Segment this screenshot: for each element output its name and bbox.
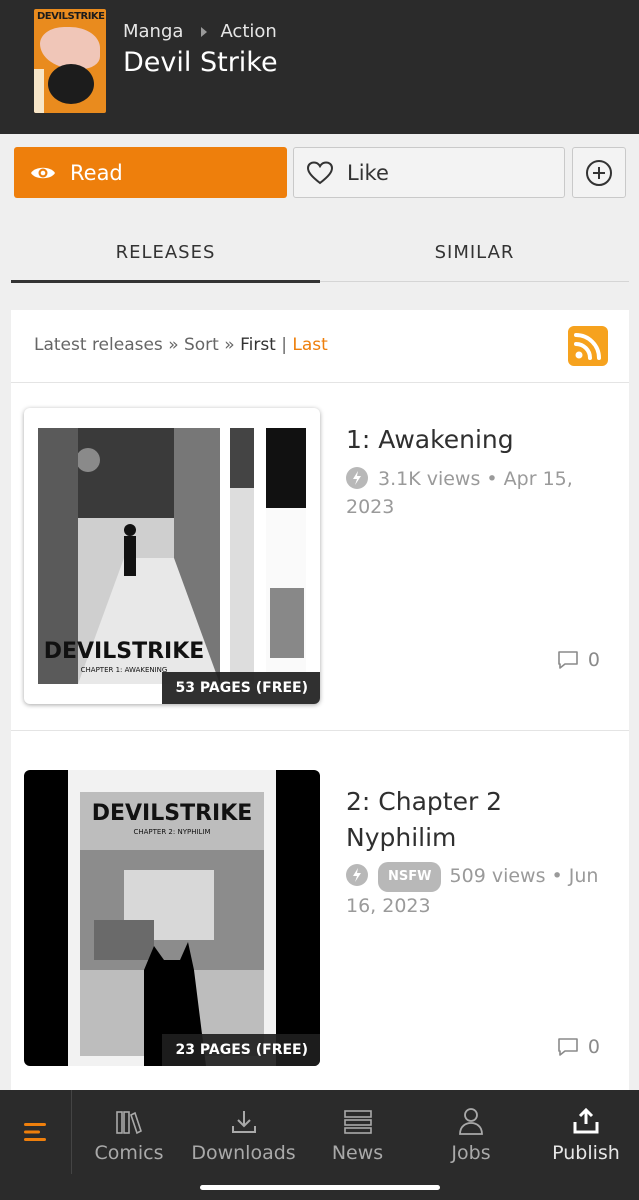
release-2-cover-subtitle: CHAPTER 2: NYPHILIM [133, 828, 210, 836]
sort-last-link[interactable]: Last [292, 335, 327, 355]
release-item-2[interactable]: DEVILSTRIKE CHAPTER 2: NYPHILIM 23 PAGES… [11, 732, 629, 1100]
upload-icon [573, 1107, 599, 1134]
bottom-navigation: Comics Downloads News Jobs Publish [0, 1090, 639, 1200]
read-button-label: Read [70, 160, 123, 185]
release-title[interactable]: 2: Chapter 2 Nyphilim [346, 784, 616, 856]
lightning-icon [346, 864, 368, 886]
lightning-icon [346, 467, 368, 489]
like-button[interactable]: Like [293, 147, 565, 198]
tab-bar: RELEASES SIMILAR [11, 224, 629, 283]
release-cover-2[interactable]: DEVILSTRIKE CHAPTER 2: NYPHILIM 23 PAGES… [24, 770, 320, 1066]
comments-count[interactable]: 0 [556, 1036, 600, 1058]
hamburger-menu-icon [23, 1123, 46, 1141]
release-title[interactable]: 1: Awakening [346, 422, 616, 458]
read-button[interactable]: Read [14, 147, 287, 198]
release-1-cover-subtitle: CHAPTER 1: AWAKENING [81, 666, 168, 674]
comments-count-value: 0 [587, 649, 600, 671]
nav-comics[interactable]: Comics [84, 1090, 174, 1174]
rss-icon [574, 333, 601, 360]
nsfw-badge: NSFW [378, 862, 442, 892]
breadcrumb-action[interactable]: Action [220, 21, 276, 42]
eye-icon [31, 167, 55, 178]
sort-separator: | [275, 335, 293, 355]
plus-circle-icon [586, 159, 612, 186]
page-title: Devil Strike [123, 47, 278, 78]
rss-feed-button[interactable] [568, 326, 608, 366]
release-cover-art-1: DEVILSTRIKE CHAPTER 1: AWAKENING [38, 428, 306, 684]
heart-icon [307, 160, 333, 184]
cover-art-stripe [34, 69, 44, 113]
nav-publish-label: Publish [552, 1142, 620, 1164]
releases-panel: Latest releases » Sort » First | Last DE… [11, 310, 629, 1100]
sort-prefix: Latest releases » Sort » [34, 335, 241, 355]
release-meta: 3.1K views • Apr 15, 2023 [346, 467, 573, 518]
release-cover-1[interactable]: DEVILSTRIKE CHAPTER 1: AWAKENING 53 PAGE… [24, 408, 320, 704]
nav-publish[interactable]: Publish [540, 1090, 632, 1174]
series-header: DEVILSTRIKE Manga Action Devil Strike [0, 0, 639, 134]
cover-art-shadow [48, 64, 94, 104]
nav-news[interactable]: News [315, 1090, 400, 1174]
comments-count[interactable]: 0 [556, 649, 600, 671]
menu-button[interactable] [0, 1090, 72, 1174]
release-meta: NSFW 509 views • Jun 16, 2023 [346, 862, 606, 920]
sort-bar: Latest releases » Sort » First | Last [11, 310, 629, 383]
release-2-cover-logo: DEVILSTRIKE [92, 801, 253, 826]
page-count-badge: 23 PAGES (FREE) [161, 1034, 320, 1066]
series-cover-thumbnail[interactable]: DEVILSTRIKE [34, 9, 106, 113]
comment-bubble-icon [558, 651, 578, 669]
tab-releases[interactable]: RELEASES [11, 224, 320, 283]
nav-jobs[interactable]: Jobs [430, 1090, 512, 1174]
release-views: 3.1K views [378, 468, 481, 490]
release-cover-art-2: DEVILSTRIKE CHAPTER 2: NYPHILIM [68, 770, 276, 1066]
breadcrumb-caret-icon [201, 26, 208, 37]
release-views: 509 views [449, 865, 546, 887]
books-icon [116, 1111, 142, 1135]
sort-controls: Latest releases » Sort » First | Last [34, 335, 328, 355]
release-1-cover-logo: DEVILSTRIKE [44, 639, 205, 664]
person-icon [459, 1108, 483, 1135]
news-icon [343, 1110, 372, 1134]
nav-jobs-label: Jobs [451, 1142, 491, 1164]
comment-bubble-icon [558, 1038, 578, 1056]
nav-downloads[interactable]: Downloads [186, 1090, 301, 1174]
add-to-list-button[interactable] [572, 147, 626, 198]
download-icon [231, 1111, 256, 1133]
nav-news-label: News [331, 1142, 384, 1164]
release-item-1[interactable]: DEVILSTRIKE CHAPTER 1: AWAKENING 53 PAGE… [11, 384, 629, 731]
tab-similar[interactable]: SIMILAR [320, 224, 629, 281]
cover-art-hand [40, 27, 100, 69]
nav-comics-label: Comics [94, 1142, 164, 1164]
breadcrumb-manga[interactable]: Manga [123, 21, 183, 42]
sort-first-link[interactable]: First [240, 335, 276, 355]
comments-count-value: 0 [587, 1036, 600, 1058]
nav-downloads-label: Downloads [191, 1142, 296, 1164]
home-indicator[interactable] [200, 1185, 440, 1190]
cover-title-logo: DEVILSTRIKE [37, 11, 105, 22]
page-count-badge: 53 PAGES (FREE) [161, 672, 320, 704]
like-button-label: Like [347, 160, 389, 185]
breadcrumb: Manga Action [123, 21, 277, 42]
